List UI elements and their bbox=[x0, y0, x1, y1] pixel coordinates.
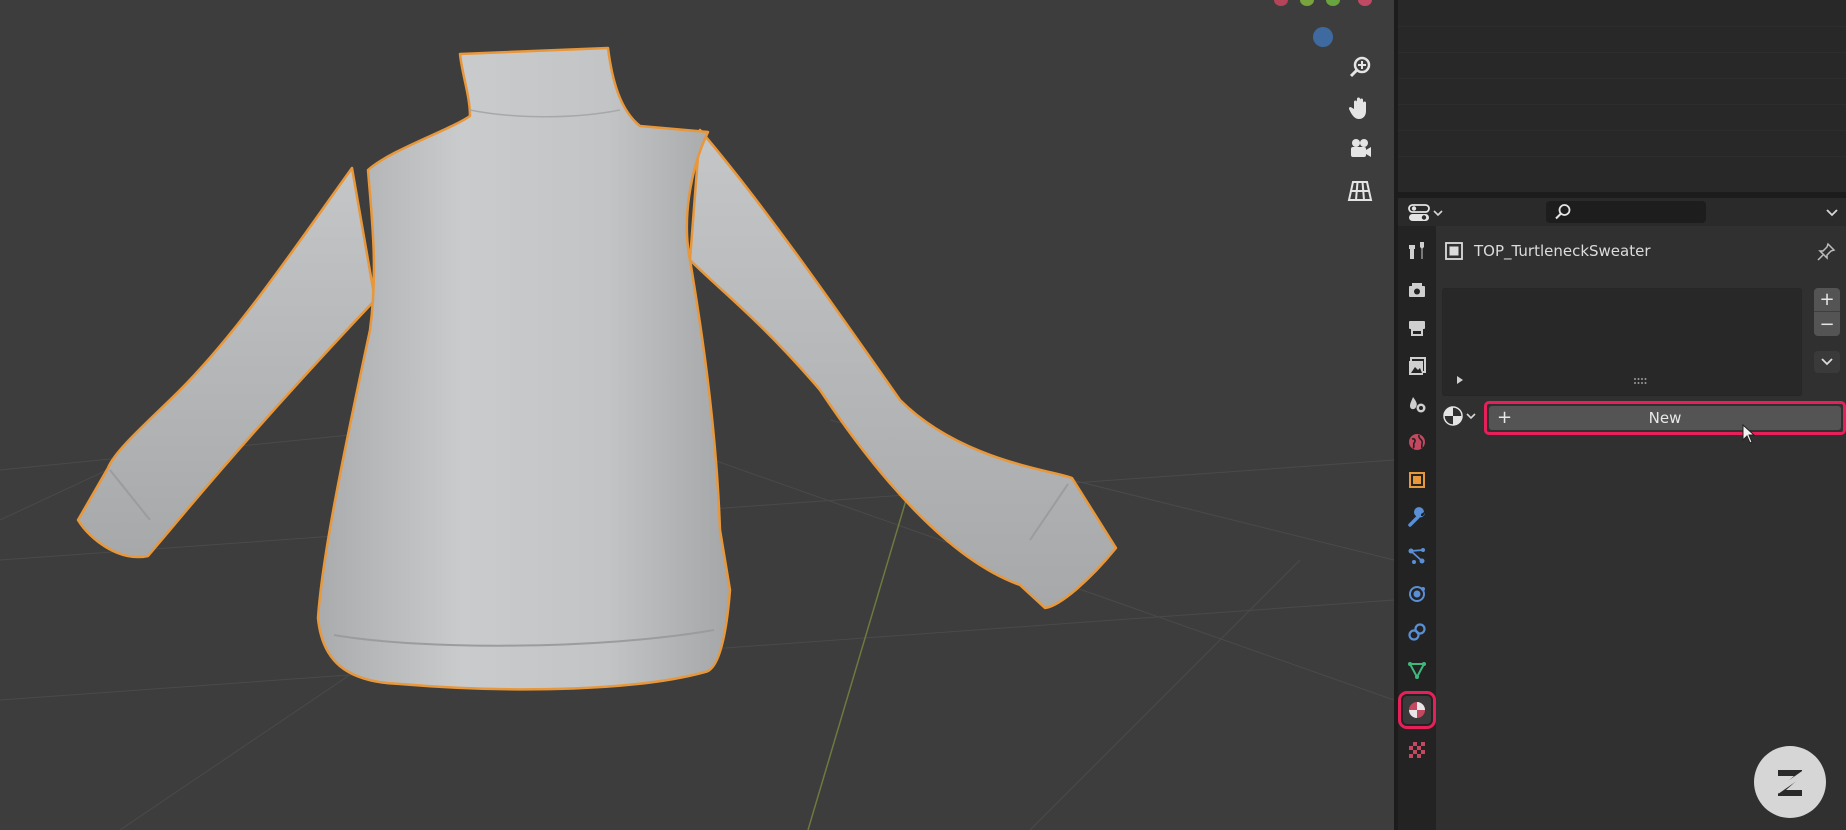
material-sphere-icon bbox=[1443, 406, 1463, 426]
object-name: TOP_TurtleneckSweater bbox=[1474, 242, 1651, 260]
tab-object[interactable] bbox=[1403, 466, 1431, 494]
pan-button[interactable] bbox=[1343, 91, 1377, 125]
tab-particles[interactable] bbox=[1403, 542, 1431, 570]
data-icon bbox=[1408, 662, 1426, 680]
remove-slot-button[interactable]: − bbox=[1814, 312, 1840, 336]
browse-material-dropdown[interactable] bbox=[1442, 405, 1478, 427]
turtleneck-sweater-mesh bbox=[76, 46, 1118, 691]
properties-tab-bar bbox=[1398, 226, 1436, 830]
expand-triangle-icon[interactable] bbox=[1455, 375, 1465, 385]
tab-output[interactable] bbox=[1403, 314, 1431, 342]
brand-logo bbox=[1754, 746, 1826, 818]
grid-icon bbox=[1347, 181, 1373, 201]
tab-material[interactable] bbox=[1398, 691, 1436, 729]
world-icon bbox=[1409, 434, 1425, 450]
new-material-label: New bbox=[1648, 409, 1682, 427]
search-icon bbox=[1555, 204, 1571, 220]
scene-icon bbox=[1410, 397, 1426, 413]
properties-search-input[interactable] bbox=[1546, 201, 1706, 223]
object-icon bbox=[1445, 242, 1463, 260]
tab-physics[interactable] bbox=[1403, 580, 1431, 608]
axis-y-line bbox=[807, 469, 916, 830]
camera-icon bbox=[1351, 139, 1371, 157]
camera-view-button[interactable] bbox=[1343, 132, 1377, 166]
tab-world[interactable] bbox=[1403, 428, 1431, 456]
blender-window: TOP_TurtleneckSweater + − + New bbox=[0, 0, 1846, 830]
resize-grip-icon[interactable] bbox=[1633, 377, 1647, 385]
material-slot-list[interactable] bbox=[1442, 288, 1802, 396]
slot-specials-dropdown[interactable] bbox=[1814, 351, 1840, 373]
tool-icon bbox=[1409, 242, 1424, 259]
pin-icon[interactable] bbox=[1816, 242, 1836, 262]
properties-editor: TOP_TurtleneckSweater + − + New bbox=[1398, 198, 1846, 830]
tab-data[interactable] bbox=[1403, 656, 1431, 684]
texture-icon bbox=[1409, 742, 1425, 758]
constraints-icon bbox=[1408, 623, 1426, 641]
object-icon bbox=[1409, 472, 1425, 488]
material-properties-panel: TOP_TurtleneckSweater + − + New bbox=[1436, 226, 1846, 830]
tab-tool[interactable] bbox=[1403, 236, 1431, 264]
plus-icon: + bbox=[1497, 407, 1513, 428]
3d-viewport[interactable] bbox=[0, 0, 1394, 830]
viewport-scene bbox=[0, 46, 1394, 830]
context-object-row: TOP_TurtleneckSweater bbox=[1444, 240, 1651, 262]
properties-editor-icon bbox=[1408, 204, 1430, 221]
header-options-chevron-icon[interactable] bbox=[1824, 204, 1840, 220]
add-slot-button[interactable]: + bbox=[1814, 288, 1840, 312]
chevron-down-icon bbox=[1433, 210, 1443, 217]
view-layer-icon bbox=[1409, 357, 1426, 375]
hand-icon bbox=[1348, 97, 1366, 119]
tab-render[interactable] bbox=[1403, 276, 1431, 304]
zoom-button[interactable] bbox=[1343, 50, 1377, 84]
physics-icon bbox=[1409, 586, 1425, 602]
tab-scene[interactable] bbox=[1403, 390, 1431, 418]
gizmo-neg-z-dot[interactable] bbox=[1313, 27, 1333, 47]
chevron-down-icon bbox=[1821, 358, 1833, 366]
slot-side-buttons: + − bbox=[1814, 288, 1840, 336]
mouse-cursor-icon bbox=[1742, 424, 1756, 444]
zoom-icon bbox=[1349, 56, 1371, 78]
material-icon bbox=[1409, 702, 1425, 718]
output-icon bbox=[1409, 321, 1425, 336]
editor-type-dropdown[interactable] bbox=[1408, 202, 1448, 224]
tab-view-layer[interactable] bbox=[1403, 352, 1431, 380]
tab-constraints[interactable] bbox=[1403, 618, 1431, 646]
z-logo-icon bbox=[1775, 770, 1805, 796]
chevron-down-icon bbox=[1466, 413, 1476, 420]
tab-texture[interactable] bbox=[1403, 736, 1431, 764]
render-icon bbox=[1409, 283, 1425, 297]
properties-header bbox=[1398, 198, 1846, 226]
particles-icon bbox=[1408, 548, 1425, 564]
outliner-area[interactable] bbox=[1398, 0, 1846, 192]
modifier-icon bbox=[1408, 507, 1425, 527]
tab-modifier[interactable] bbox=[1403, 504, 1431, 532]
perspective-toggle-button[interactable] bbox=[1343, 174, 1377, 208]
new-material-button[interactable]: + New bbox=[1489, 406, 1841, 430]
new-material-highlight: + New bbox=[1484, 401, 1846, 435]
